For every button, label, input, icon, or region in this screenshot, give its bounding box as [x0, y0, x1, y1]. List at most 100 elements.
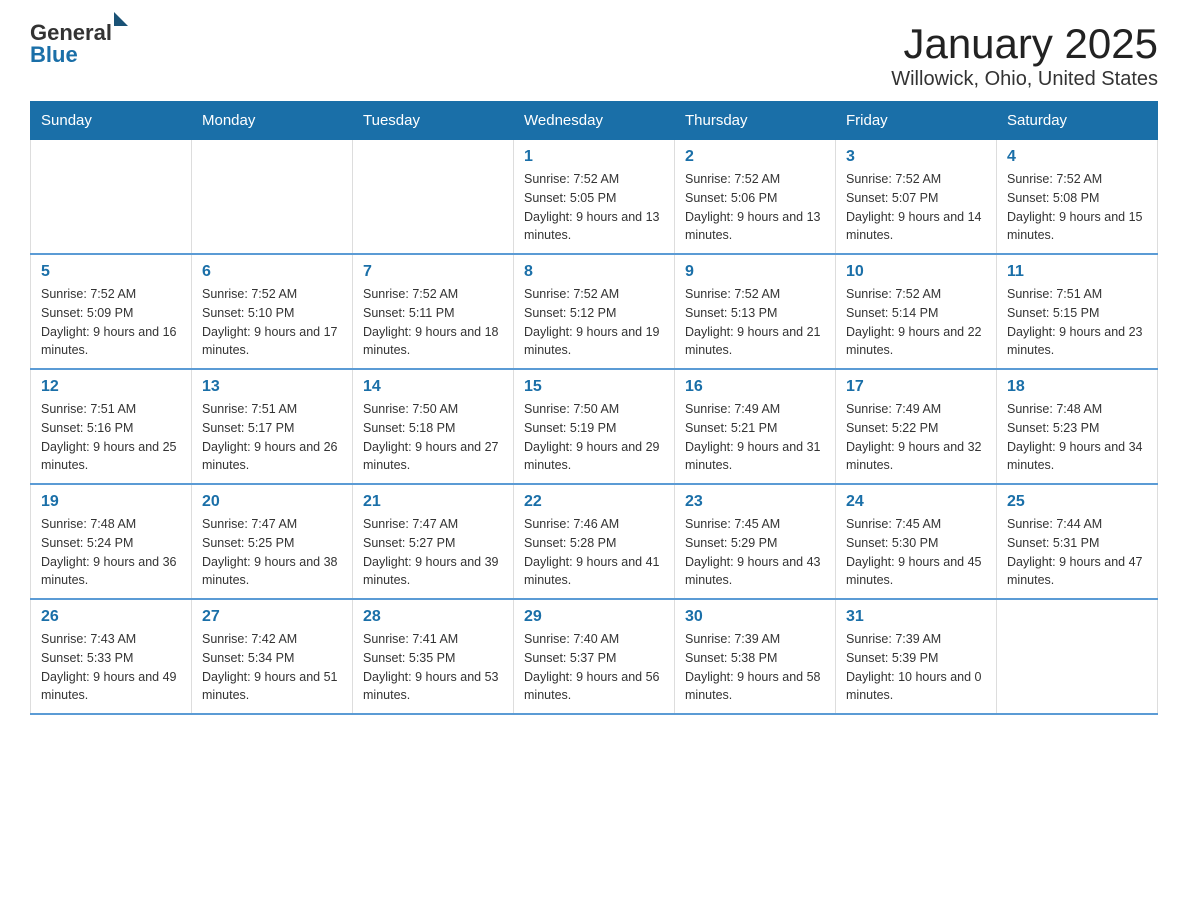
day-number: 27	[202, 608, 342, 626]
day-info: Sunrise: 7:43 AM Sunset: 5:33 PM Dayligh…	[41, 630, 181, 705]
day-info: Sunrise: 7:41 AM Sunset: 5:35 PM Dayligh…	[363, 630, 503, 705]
day-number: 30	[685, 608, 825, 626]
day-info: Sunrise: 7:52 AM Sunset: 5:12 PM Dayligh…	[524, 285, 664, 360]
calendar-cell: 10 Sunrise: 7:52 AM Sunset: 5:14 PM Dayli…	[836, 254, 997, 369]
day-info: Sunrise: 7:52 AM Sunset: 5:14 PM Dayligh…	[846, 285, 986, 360]
day-number: 18	[1007, 378, 1147, 396]
calendar-body: 1Sunrise: 7:52 AM Sunset: 5:05 PM Daylig…	[31, 140, 1158, 715]
calendar-cell: 16 Sunrise: 7:49 AM Sunset: 5:21 PM Dayli…	[675, 369, 836, 484]
day-number: 11	[1007, 263, 1147, 281]
day-number: 17	[846, 378, 986, 396]
calendar-week-row: 12 Sunrise: 7:51 AM Sunset: 5:16 PM Dayli…	[31, 369, 1158, 484]
title-block: January 2025 Willowick, Ohio, United Sta…	[891, 20, 1158, 91]
calendar-title: January 2025	[891, 20, 1158, 68]
calendar-cell: 23 Sunrise: 7:45 AM Sunset: 5:29 PM Dayli…	[675, 484, 836, 599]
day-number: 10	[846, 263, 986, 281]
day-number: 16	[685, 378, 825, 396]
calendar-cell: 2 Sunrise: 7:52 AM Sunset: 5:06 PM Daylig…	[675, 140, 836, 255]
day-number: 7	[363, 263, 503, 281]
day-info: Sunrise: 7:47 AM Sunset: 5:27 PM Dayligh…	[363, 515, 503, 590]
calendar-cell: 14 Sunrise: 7:50 AM Sunset: 5:18 PM Dayli…	[353, 369, 514, 484]
day-of-week-header: Monday	[192, 102, 353, 140]
day-info: Sunrise: 7:51 AM Sunset: 5:16 PM Dayligh…	[41, 400, 181, 475]
day-of-week-header: Wednesday	[514, 102, 675, 140]
day-info: Sunrise: 7:48 AM Sunset: 5:23 PM Dayligh…	[1007, 400, 1147, 475]
calendar-cell: 4 Sunrise: 7:52 AM Sunset: 5:08 PM Daylig…	[997, 140, 1158, 255]
day-number: 2	[685, 148, 825, 166]
day-number: 19	[41, 493, 181, 511]
day-info: Sunrise: 7:52 AM Sunset: 5:07 PM Dayligh…	[846, 170, 986, 245]
logo-blue: Blue	[30, 42, 128, 68]
calendar-cell: 15 Sunrise: 7:50 AM Sunset: 5:19 PM Dayli…	[514, 369, 675, 484]
calendar-cell: 30 Sunrise: 7:39 AM Sunset: 5:38 PM Dayli…	[675, 599, 836, 714]
day-of-week-header: Saturday	[997, 102, 1158, 140]
day-number: 13	[202, 378, 342, 396]
day-of-week-header: Sunday	[31, 102, 192, 140]
day-info: Sunrise: 7:46 AM Sunset: 5:28 PM Dayligh…	[524, 515, 664, 590]
day-of-week-header: Tuesday	[353, 102, 514, 140]
calendar-cell: 31Sunrise: 7:39 AM Sunset: 5:39 PM Dayli…	[836, 599, 997, 714]
day-number: 20	[202, 493, 342, 511]
calendar-cell: 12 Sunrise: 7:51 AM Sunset: 5:16 PM Dayli…	[31, 369, 192, 484]
day-info: Sunrise: 7:51 AM Sunset: 5:15 PM Dayligh…	[1007, 285, 1147, 360]
day-number: 4	[1007, 148, 1147, 166]
day-info: Sunrise: 7:39 AM Sunset: 5:38 PM Dayligh…	[685, 630, 825, 705]
day-info: Sunrise: 7:49 AM Sunset: 5:22 PM Dayligh…	[846, 400, 986, 475]
day-number: 25	[1007, 493, 1147, 511]
day-number: 28	[363, 608, 503, 626]
day-number: 29	[524, 608, 664, 626]
day-number: 26	[41, 608, 181, 626]
calendar-week-row: 1Sunrise: 7:52 AM Sunset: 5:05 PM Daylig…	[31, 140, 1158, 255]
day-info: Sunrise: 7:52 AM Sunset: 5:08 PM Dayligh…	[1007, 170, 1147, 245]
calendar-cell: 18 Sunrise: 7:48 AM Sunset: 5:23 PM Dayli…	[997, 369, 1158, 484]
calendar-cell: 24Sunrise: 7:45 AM Sunset: 5:30 PM Dayli…	[836, 484, 997, 599]
day-info: Sunrise: 7:44 AM Sunset: 5:31 PM Dayligh…	[1007, 515, 1147, 590]
calendar-cell: 29 Sunrise: 7:40 AM Sunset: 5:37 PM Dayli…	[514, 599, 675, 714]
day-info: Sunrise: 7:52 AM Sunset: 5:06 PM Dayligh…	[685, 170, 825, 245]
day-info: Sunrise: 7:47 AM Sunset: 5:25 PM Dayligh…	[202, 515, 342, 590]
calendar-cell: 1Sunrise: 7:52 AM Sunset: 5:05 PM Daylig…	[514, 140, 675, 255]
day-number: 6	[202, 263, 342, 281]
day-info: Sunrise: 7:45 AM Sunset: 5:30 PM Dayligh…	[846, 515, 986, 590]
day-number: 5	[41, 263, 181, 281]
logo-arrow-icon	[114, 12, 128, 26]
day-number: 8	[524, 263, 664, 281]
day-info: Sunrise: 7:40 AM Sunset: 5:37 PM Dayligh…	[524, 630, 664, 705]
calendar-cell	[192, 140, 353, 255]
calendar-cell: 25 Sunrise: 7:44 AM Sunset: 5:31 PM Dayli…	[997, 484, 1158, 599]
day-info: Sunrise: 7:52 AM Sunset: 5:10 PM Dayligh…	[202, 285, 342, 360]
day-number: 12	[41, 378, 181, 396]
calendar-cell: 13 Sunrise: 7:51 AM Sunset: 5:17 PM Dayli…	[192, 369, 353, 484]
day-number: 9	[685, 263, 825, 281]
day-number: 14	[363, 378, 503, 396]
calendar-table: SundayMondayTuesdayWednesdayThursdayFrid…	[30, 101, 1158, 715]
page-header: General Blue January 2025 Willowick, Ohi…	[30, 20, 1158, 91]
day-info: Sunrise: 7:42 AM Sunset: 5:34 PM Dayligh…	[202, 630, 342, 705]
day-number: 21	[363, 493, 503, 511]
calendar-week-row: 26 Sunrise: 7:43 AM Sunset: 5:33 PM Dayli…	[31, 599, 1158, 714]
logo: General Blue	[30, 20, 128, 68]
calendar-cell: 20 Sunrise: 7:47 AM Sunset: 5:25 PM Dayli…	[192, 484, 353, 599]
day-number: 3	[846, 148, 986, 166]
day-info: Sunrise: 7:52 AM Sunset: 5:13 PM Dayligh…	[685, 285, 825, 360]
calendar-cell: 3 Sunrise: 7:52 AM Sunset: 5:07 PM Daylig…	[836, 140, 997, 255]
day-number: 22	[524, 493, 664, 511]
day-info: Sunrise: 7:52 AM Sunset: 5:11 PM Dayligh…	[363, 285, 503, 360]
day-info: Sunrise: 7:48 AM Sunset: 5:24 PM Dayligh…	[41, 515, 181, 590]
day-number: 15	[524, 378, 664, 396]
day-info: Sunrise: 7:45 AM Sunset: 5:29 PM Dayligh…	[685, 515, 825, 590]
day-info: Sunrise: 7:51 AM Sunset: 5:17 PM Dayligh…	[202, 400, 342, 475]
calendar-header: SundayMondayTuesdayWednesdayThursdayFrid…	[31, 102, 1158, 140]
calendar-cell	[997, 599, 1158, 714]
day-info: Sunrise: 7:50 AM Sunset: 5:18 PM Dayligh…	[363, 400, 503, 475]
day-number: 23	[685, 493, 825, 511]
calendar-cell: 28 Sunrise: 7:41 AM Sunset: 5:35 PM Dayli…	[353, 599, 514, 714]
calendar-cell	[353, 140, 514, 255]
calendar-cell	[31, 140, 192, 255]
day-info: Sunrise: 7:50 AM Sunset: 5:19 PM Dayligh…	[524, 400, 664, 475]
calendar-cell: 8 Sunrise: 7:52 AM Sunset: 5:12 PM Daylig…	[514, 254, 675, 369]
day-of-week-header: Thursday	[675, 102, 836, 140]
day-info: Sunrise: 7:49 AM Sunset: 5:21 PM Dayligh…	[685, 400, 825, 475]
day-info: Sunrise: 7:39 AM Sunset: 5:39 PM Dayligh…	[846, 630, 986, 705]
calendar-cell: 9 Sunrise: 7:52 AM Sunset: 5:13 PM Daylig…	[675, 254, 836, 369]
